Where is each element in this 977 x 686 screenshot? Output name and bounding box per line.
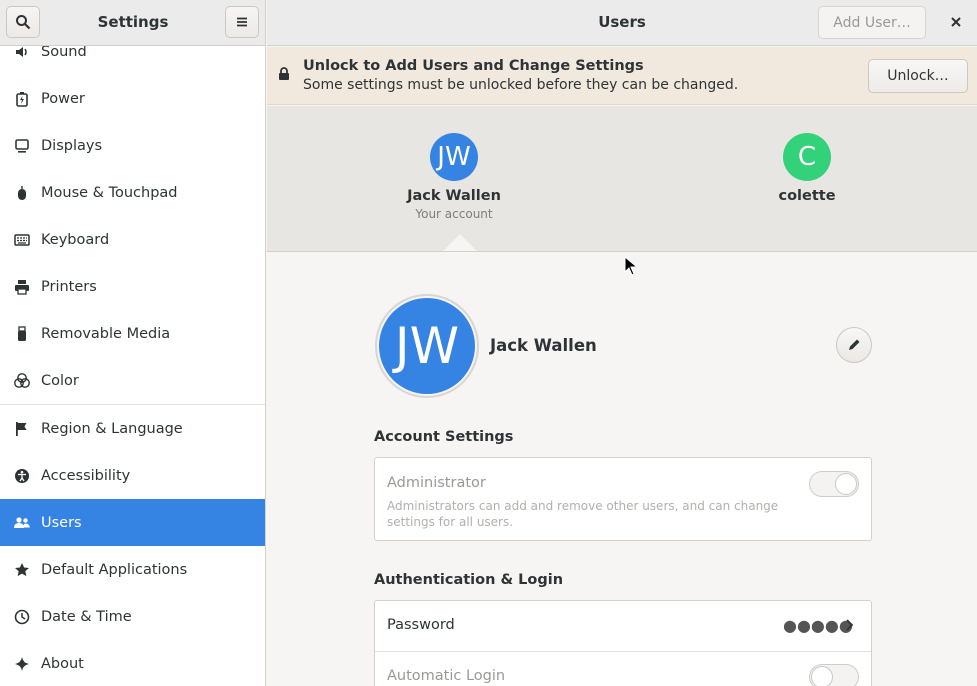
- automatic-login-row: Automatic Login: [375, 652, 871, 686]
- star-icon: [13, 561, 31, 579]
- user-carousel: JW Jack Wallen Your account C colette: [267, 106, 977, 252]
- sidebar-item-accessibility[interactable]: Accessibility: [0, 452, 265, 499]
- sidebar-item-label: Power: [41, 90, 85, 107]
- users-icon: [13, 514, 31, 532]
- lock-icon: [279, 67, 289, 80]
- sidebar-item-label: About: [41, 655, 84, 672]
- banner-subtitle: Some settings must be unlocked before th…: [303, 77, 739, 93]
- sidebar-item-label: Region & Language: [41, 420, 183, 437]
- edit-name-button[interactable]: [836, 327, 872, 363]
- profile-avatar-initials: JW: [379, 298, 475, 394]
- search-button[interactable]: [6, 6, 40, 38]
- sidebar-item-displays[interactable]: Displays: [0, 122, 265, 169]
- carousel-user-name: Jack Wallen: [407, 188, 501, 204]
- sidebar-title: Settings: [97, 13, 169, 31]
- add-user-button[interactable]: Add User…: [818, 6, 926, 39]
- chevron-right-icon: [846, 619, 854, 631]
- password-row[interactable]: Password ●●●●●: [375, 601, 871, 652]
- sidebar-item-label: Default Applications: [41, 561, 188, 578]
- main-menu-button[interactable]: [225, 6, 259, 38]
- mouse-icon: [13, 184, 31, 202]
- toggle-knob: [811, 666, 833, 686]
- sidebar-item-label: Keyboard: [41, 231, 110, 248]
- sidebar-item-label: Removable Media: [41, 325, 171, 342]
- profile-name: Jack Wallen: [490, 336, 597, 355]
- automatic-login-toggle[interactable]: [809, 664, 859, 686]
- sidebar-item-printers[interactable]: Printers: [0, 263, 265, 310]
- avatar: C: [783, 133, 831, 181]
- flag-icon: [13, 420, 31, 438]
- toggle-knob: [835, 473, 857, 495]
- search-icon: [16, 15, 31, 30]
- sidebar-item-mouse-touchpad[interactable]: Mouse & Touchpad: [0, 169, 265, 216]
- carousel-user-name: colette: [778, 188, 836, 204]
- selection-pointer: [443, 234, 477, 251]
- sidebar-list: Sound Power Displays Mouse & Touchpad Ke…: [0, 28, 265, 686]
- administrator-toggle[interactable]: [809, 471, 859, 497]
- keyboard-icon: [13, 231, 31, 249]
- carousel-user-subtitle: Your account: [415, 207, 493, 221]
- main-panel: Users Add User… Unlock to Add Users and …: [267, 0, 977, 686]
- sidebar-item-users[interactable]: Users: [0, 499, 265, 546]
- sidebar-item-label: Mouse & Touchpad: [41, 184, 178, 201]
- sidebar-item-label: Accessibility: [41, 467, 131, 484]
- banner-title: Unlock to Add Users and Change Settings: [303, 58, 644, 74]
- authentication-frame: Password ●●●●● Automatic Login: [374, 600, 872, 686]
- sidebar-item-label: Displays: [41, 137, 103, 154]
- sidebar: Sound Power Displays Mouse & Touchpad Ke…: [0, 0, 266, 686]
- close-icon: [951, 17, 961, 27]
- avatar: JW: [430, 133, 478, 181]
- account-settings-frame: Administrator Administrators can add and…: [374, 457, 872, 541]
- mouse-pointer-icon: [624, 256, 638, 276]
- unlock-banner: Unlock to Add Users and Change Settings …: [267, 47, 977, 105]
- carousel-user-colette[interactable]: C colette: [727, 133, 887, 204]
- sidebar-item-removable-media[interactable]: Removable Media: [0, 310, 265, 357]
- monitor-icon: [13, 137, 31, 155]
- sidebar-item-about[interactable]: About: [0, 640, 265, 686]
- sidebar-item-keyboard[interactable]: Keyboard: [0, 216, 265, 263]
- automatic-login-label: Automatic Login: [387, 668, 506, 684]
- printer-icon: [13, 278, 31, 296]
- sidebar-item-power[interactable]: Power: [0, 75, 265, 122]
- pencil-icon: [849, 339, 860, 350]
- usb-drive-icon: [13, 325, 31, 343]
- main-header: Users Add User…: [267, 0, 977, 46]
- sidebar-item-date-time[interactable]: Date & Time: [0, 593, 265, 640]
- administrator-label: Administrator: [387, 475, 486, 491]
- account-settings-title: Account Settings: [374, 429, 514, 445]
- profile-avatar[interactable]: JW: [375, 294, 479, 398]
- administrator-description: Administrators can add and remove other …: [387, 499, 779, 529]
- sidebar-item-color[interactable]: Color: [0, 357, 265, 404]
- battery-icon: [13, 90, 31, 108]
- sparkle-icon: [13, 655, 31, 673]
- unlock-button[interactable]: Unlock…: [868, 59, 968, 93]
- hamburger-icon: [237, 17, 247, 27]
- color-icon: [13, 372, 31, 390]
- sidebar-item-label: Date & Time: [41, 608, 132, 625]
- sidebar-item-label: Color: [41, 372, 79, 389]
- sidebar-header: Settings: [0, 0, 265, 46]
- sidebar-item-region-language[interactable]: Region & Language: [0, 405, 265, 452]
- authentication-login-title: Authentication & Login: [374, 572, 564, 588]
- sidebar-item-label: Users: [41, 514, 82, 531]
- sidebar-item-default-applications[interactable]: Default Applications: [0, 546, 265, 593]
- clock-icon: [13, 608, 31, 626]
- sidebar-item-label: Printers: [41, 278, 97, 295]
- close-button[interactable]: [945, 11, 967, 33]
- accessibility-icon: [13, 467, 31, 485]
- carousel-user-jack-wallen[interactable]: JW Jack Wallen Your account: [374, 133, 534, 221]
- password-label: Password: [387, 617, 455, 633]
- password-dots: ●●●●●: [783, 616, 853, 635]
